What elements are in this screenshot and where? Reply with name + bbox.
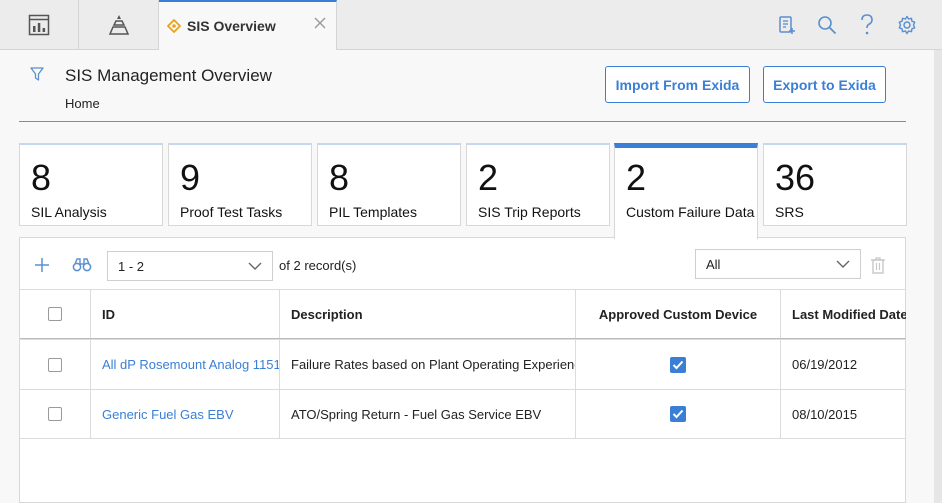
tile-count: 9: [180, 157, 201, 198]
tile-count: 2: [626, 157, 647, 198]
export-to-exida-button[interactable]: Export to Exida: [763, 66, 886, 103]
tile-srs[interactable]: 36 SRS: [763, 143, 907, 226]
pager-value: 1 - 2: [118, 258, 145, 274]
record-description: ATO/Spring Return - Fuel Gas Service EBV: [280, 390, 576, 438]
settings-button[interactable]: [894, 12, 920, 38]
tile-label: Proof Test Tasks: [180, 204, 283, 220]
tile-count: 8: [329, 157, 350, 198]
tile-label: SIL Analysis: [31, 204, 107, 220]
row-checkbox[interactable]: [48, 357, 62, 372]
approved-cell: [576, 390, 781, 438]
record-id-link[interactable]: Generic Fuel Gas EBV: [91, 390, 280, 438]
record-id-link[interactable]: All dP Rosemount Analog 1151: [91, 340, 280, 389]
column-header-last-modified[interactable]: Last Modified Date: [781, 290, 906, 338]
tile-sis-trip-reports[interactable]: 2 SIS Trip Reports: [466, 143, 610, 226]
column-header-id[interactable]: ID: [91, 290, 280, 338]
queries-button[interactable]: [774, 12, 800, 38]
header-divider: [19, 121, 906, 122]
checkbox-checked-icon: [670, 406, 686, 422]
delete-icon[interactable]: [870, 256, 886, 274]
record-modified-date: 06/19/2012: [792, 357, 858, 372]
pager-select[interactable]: 1 - 2: [107, 251, 273, 281]
breadcrumb[interactable]: Home: [65, 96, 100, 111]
dashboard-icon: [28, 14, 50, 35]
tile-count: 36: [775, 157, 816, 198]
filter-select[interactable]: All: [695, 249, 861, 279]
table-row[interactable]: Generic Fuel Gas EBV ATO/Spring Return -…: [20, 389, 906, 439]
chevron-down-icon: [836, 260, 850, 268]
top-toolbar: [774, 12, 920, 38]
binoculars-icon[interactable]: [72, 258, 92, 272]
checkbox-checked-icon: [670, 356, 686, 373]
tile-sil-analysis[interactable]: 8 SIL Analysis: [19, 143, 163, 226]
add-icon[interactable]: [33, 256, 51, 274]
record-count: 2: [293, 258, 301, 273]
tile-proof-test-tasks[interactable]: 9 Proof Test Tasks: [168, 143, 312, 226]
search-button[interactable]: [814, 12, 840, 38]
help-button[interactable]: [854, 12, 880, 38]
tile-count: 8: [31, 157, 52, 198]
records-label: record(s): [304, 258, 357, 273]
column-header-approved[interactable]: Approved Custom Device: [576, 290, 781, 338]
record-description: Failure Rates based on Plant Operating E…: [280, 340, 576, 389]
filter-value: All: [706, 256, 721, 272]
table-header-row: ID Description Approved Custom Device La…: [20, 289, 906, 339]
header-select-cell: [20, 290, 91, 338]
asset-hierarchy-button[interactable]: [79, 0, 159, 49]
close-icon[interactable]: [314, 17, 326, 29]
top-bar: SIS Overview: [0, 0, 942, 50]
chevron-down-icon: [248, 262, 262, 270]
tile-pil-templates[interactable]: 8 PIL Templates: [317, 143, 461, 226]
sis-tab-icon: [167, 19, 181, 33]
row-select-cell: [20, 390, 91, 438]
tile-label: SRS: [775, 204, 804, 220]
tile-custom-failure-data[interactable]: 2 Custom Failure Data: [614, 143, 758, 239]
asset-hierarchy-icon: [108, 14, 129, 35]
tab-sis-overview[interactable]: SIS Overview: [159, 0, 337, 50]
select-all-checkbox[interactable]: [48, 307, 62, 321]
vertical-scrollbar[interactable]: [934, 50, 942, 503]
tile-label: PIL Templates: [329, 204, 417, 220]
settings-icon: [898, 15, 916, 35]
row-checkbox[interactable]: [48, 407, 62, 421]
record-count-text: of 2 record(s): [279, 258, 356, 273]
approved-cell: [576, 340, 781, 389]
dashboard-button[interactable]: [0, 0, 79, 49]
search-icon: [818, 16, 837, 35]
page-title: SIS Management Overview: [65, 66, 272, 85]
queries-icon: [779, 16, 795, 34]
record-modified-date: 08/10/2015: [792, 406, 858, 422]
import-from-exida-button[interactable]: Import From Exida: [605, 66, 750, 103]
of-label: of: [279, 258, 290, 273]
help-icon: [861, 14, 873, 35]
table-row[interactable]: All dP Rosemount Analog 1151 Failure Rat…: [20, 339, 906, 389]
tab-label: SIS Overview: [187, 18, 276, 34]
tile-label: SIS Trip Reports: [478, 204, 581, 220]
tile-count: 2: [478, 157, 499, 198]
row-select-cell: [20, 340, 91, 389]
column-header-description[interactable]: Description: [280, 290, 576, 338]
tile-label: Custom Failure Data: [626, 204, 755, 220]
filter-icon[interactable]: [30, 67, 44, 81]
